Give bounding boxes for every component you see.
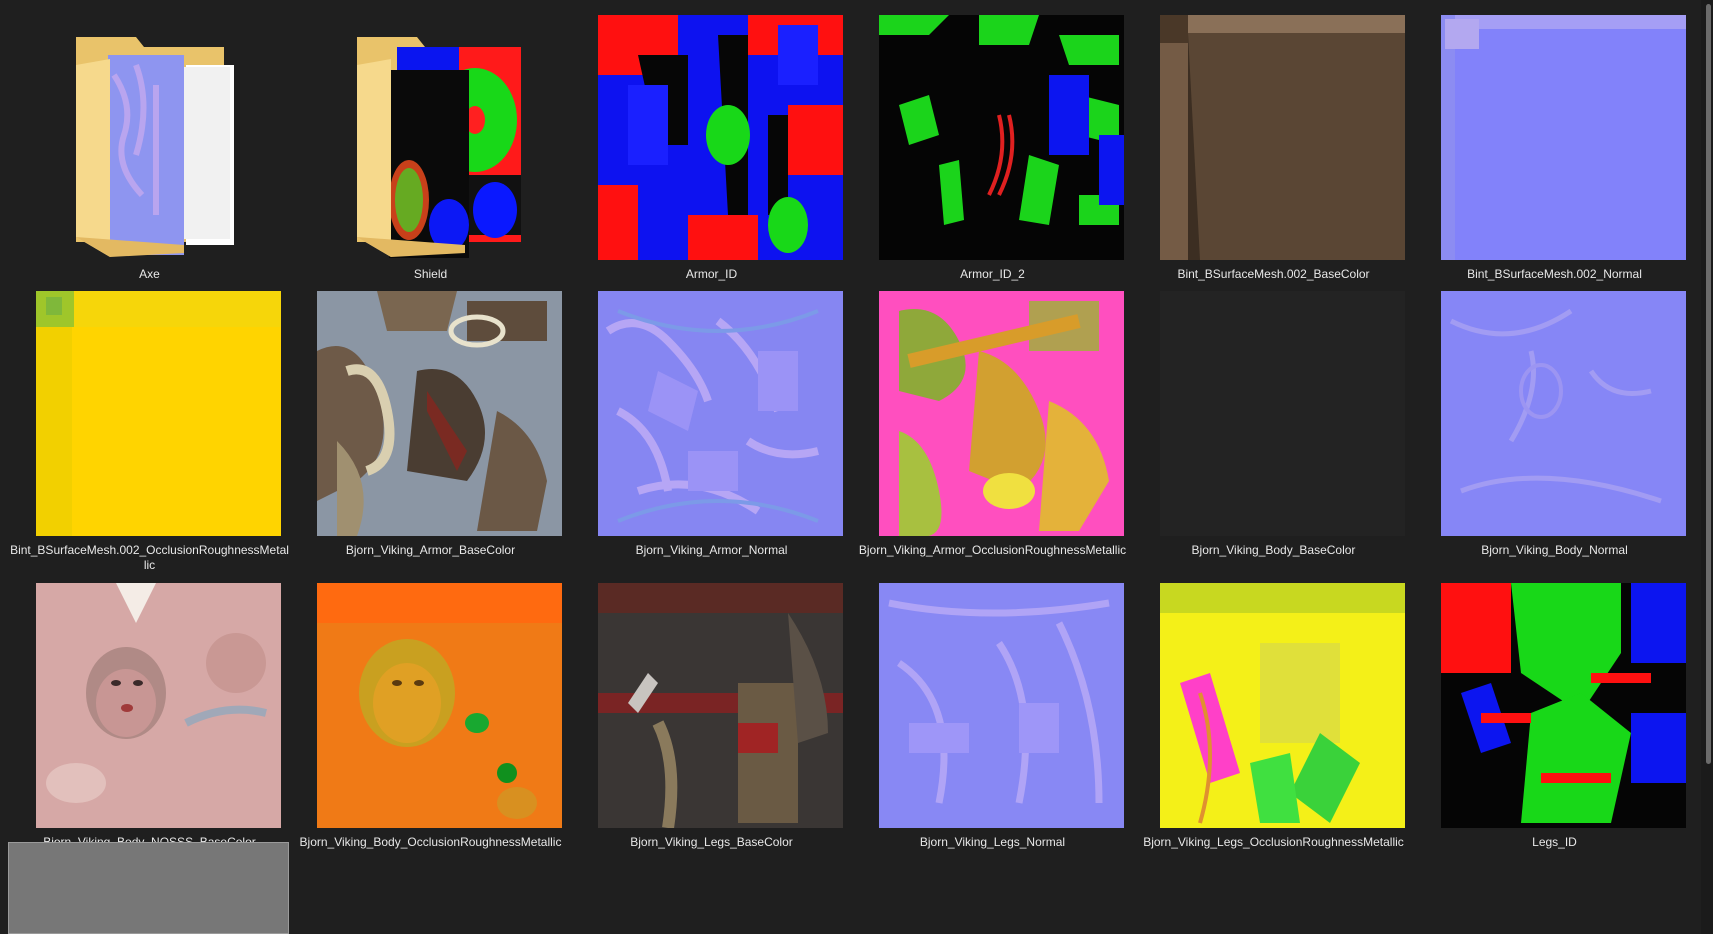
orm-map-thumbnail xyxy=(36,291,281,536)
selected-item-partial[interactable] xyxy=(8,842,289,934)
file-name: Bjorn_Viking_Legs_BaseColor xyxy=(630,835,793,849)
normal-map-thumbnail xyxy=(1441,15,1686,260)
texture-item-legs-normal[interactable]: Bjorn_Viking_Legs_Normal xyxy=(851,568,1132,849)
file-name: Bjorn_Viking_Body_BaseColor xyxy=(1191,543,1356,557)
id-map-thumbnail xyxy=(598,15,843,260)
orm-map-thumbnail xyxy=(1160,583,1405,828)
file-explorer-view: Axe Shield Armor_ID Armor_ID_2 Bint_BSur… xyxy=(0,0,1713,934)
orm-map-thumbnail xyxy=(317,583,562,828)
folder-icon xyxy=(317,15,562,260)
id-map-thumbnail xyxy=(879,15,1124,260)
texture-item-armor-orm[interactable]: Bjorn_Viking_Armor_OcclusionRoughnessMet… xyxy=(851,276,1132,568)
thumbnail-grid: Axe Shield Armor_ID Armor_ID_2 Bint_BSur… xyxy=(8,0,1698,934)
texture-item-legs-basecolor[interactable]: Bjorn_Viking_Legs_BaseColor xyxy=(570,568,851,849)
file-name: Legs_ID xyxy=(1532,835,1577,849)
folder-item-axe[interactable]: Axe xyxy=(8,0,289,281)
file-name: Bjorn_Viking_Body_Normal xyxy=(1481,543,1628,557)
texture-item-bint-basecolor[interactable]: Bint_BSurfaceMesh.002_BaseColor xyxy=(1132,0,1413,281)
texture-item-body-nosss-basecolor[interactable]: Bjorn_Viking_Body_NOSSS_BaseColor xyxy=(8,568,289,849)
normal-map-thumbnail xyxy=(879,583,1124,828)
texture-item-legs-orm[interactable]: Bjorn_Viking_Legs_OcclusionRoughnessMeta… xyxy=(1132,568,1413,849)
texture-item-body-normal[interactable]: Bjorn_Viking_Body_Normal xyxy=(1413,276,1694,568)
file-name: Bjorn_Viking_Legs_Normal xyxy=(919,835,1066,849)
texture-item-bint-orm[interactable]: Bint_BSurfaceMesh.002_OcclusionRoughness… xyxy=(8,276,289,572)
file-name: Bjorn_Viking_Armor_BaseColor xyxy=(345,543,516,557)
orm-map-thumbnail xyxy=(879,291,1124,536)
vertical-scrollbar[interactable] xyxy=(1701,0,1713,934)
file-name: Bjorn_Viking_Body_OcclusionRoughnessMeta… xyxy=(299,835,562,849)
texture-item-body-orm[interactable]: Bjorn_Viking_Body_OcclusionRoughnessMeta… xyxy=(289,568,570,849)
texture-item-armor-id[interactable]: Armor_ID xyxy=(570,0,851,281)
basecolor-thumbnail xyxy=(317,291,562,536)
normal-map-thumbnail xyxy=(1441,291,1686,536)
id-map-thumbnail xyxy=(1441,583,1686,828)
file-name: Bjorn_Viking_Legs_OcclusionRoughnessMeta… xyxy=(1143,835,1404,849)
scrollbar-thumb[interactable] xyxy=(1706,4,1711,764)
basecolor-thumbnail xyxy=(1160,291,1405,536)
texture-item-legs-id[interactable]: Legs_ID xyxy=(1413,568,1694,849)
texture-item-armor-basecolor[interactable]: Bjorn_Viking_Armor_BaseColor xyxy=(289,276,570,568)
folder-item-shield[interactable]: Shield xyxy=(289,0,570,281)
texture-item-bint-normal[interactable]: Bint_BSurfaceMesh.002_Normal xyxy=(1413,0,1694,281)
basecolor-thumbnail xyxy=(36,583,281,828)
basecolor-thumbnail xyxy=(598,583,843,828)
folder-icon xyxy=(36,15,281,260)
texture-item-armor-normal[interactable]: Bjorn_Viking_Armor_Normal xyxy=(570,276,851,568)
file-name: Bjorn_Viking_Armor_OcclusionRoughnessMet… xyxy=(858,543,1127,557)
file-name: Bjorn_Viking_Armor_Normal xyxy=(635,543,788,557)
basecolor-thumbnail xyxy=(1160,15,1405,260)
texture-item-armor-id-2[interactable]: Armor_ID_2 xyxy=(851,0,1132,281)
normal-map-thumbnail xyxy=(598,291,843,536)
texture-item-body-basecolor[interactable]: Bjorn_Viking_Body_BaseColor xyxy=(1132,276,1413,568)
